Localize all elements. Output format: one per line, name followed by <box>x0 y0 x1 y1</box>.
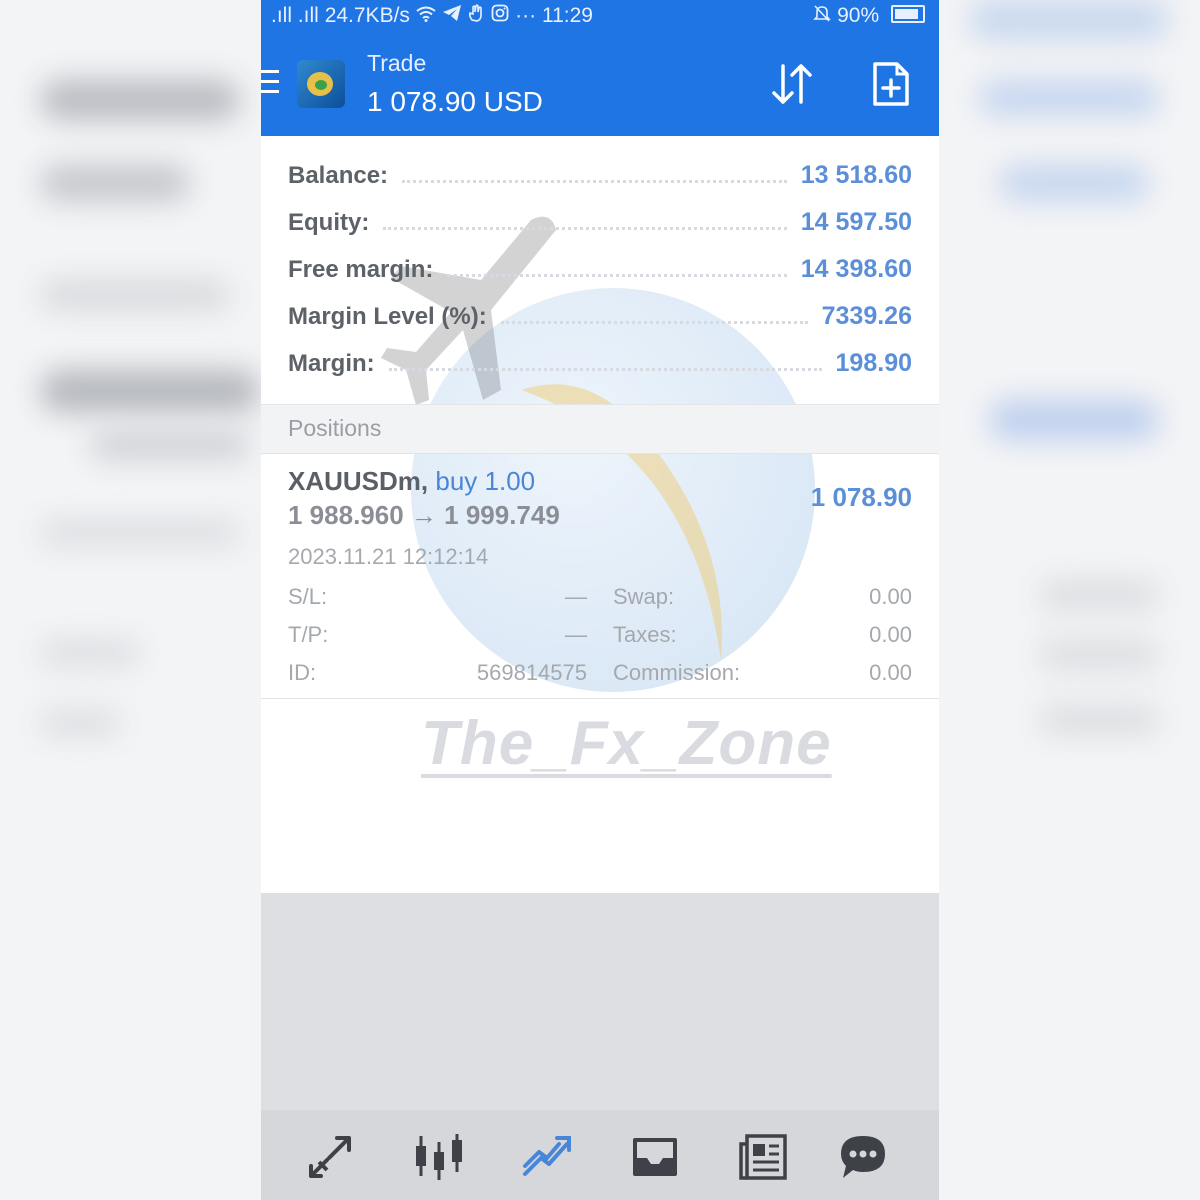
position-prices: 1 988.960 → 1 999.749 <box>288 500 560 531</box>
history-icon[interactable] <box>629 1132 681 1182</box>
equity-row: Equity: 14 597.50 <box>261 199 939 246</box>
tp-value: — <box>565 622 587 647</box>
status-bar: .ıll .ıll 24.7KB/s ··· 11:29 90% <box>261 0 939 32</box>
sl-value: — <box>565 584 587 609</box>
commission-value: 0.00 <box>869 660 912 685</box>
battery-level: 90% <box>837 4 880 27</box>
id-value: 569814575 <box>476 660 587 685</box>
watermark-text: The_Fx_Zone <box>421 709 832 778</box>
balance-label: Balance: <box>288 161 389 189</box>
sort-icon[interactable] <box>769 62 815 106</box>
blurred-background-right <box>939 0 1200 1200</box>
instagram-icon <box>491 4 515 27</box>
position-title: XAUUSDm, buy 1.00 <box>288 466 535 497</box>
new-order-icon[interactable] <box>871 60 911 108</box>
current-price: 1 999.749 <box>444 500 560 530</box>
phone-screen: .ıll .ıll 24.7KB/s ··· 11:29 90% Trade 1… <box>261 0 939 1200</box>
positions-header: Positions <box>261 404 939 454</box>
account-summary: Balance: 13 518.60 Equity: 14 597.50 Fre… <box>261 152 939 387</box>
free-margin-value: 14 398.60 <box>800 255 912 283</box>
swap-value: 0.00 <box>869 584 912 609</box>
equity-label: Equity: <box>288 208 370 236</box>
chat-icon[interactable] <box>837 1132 889 1182</box>
battery-icon <box>891 5 925 23</box>
quotes-icon[interactable] <box>305 1132 357 1182</box>
margin-level-row: Margin Level (%): 7339.26 <box>261 293 939 340</box>
app-bar: Trade 1 078.90 USD <box>261 32 939 136</box>
wifi-icon <box>416 4 442 27</box>
price-arrow-icon: → <box>410 500 437 530</box>
open-price: 1 988.960 <box>288 500 404 530</box>
commission-label: Commission: <box>613 660 741 685</box>
position-item[interactable]: XAUUSDm, buy 1.00 1 988.960 → 1 999.749 … <box>261 452 939 699</box>
position-profit: 1 078.90 <box>810 482 912 512</box>
bottom-navigation <box>261 1110 939 1200</box>
empty-area <box>261 893 939 1110</box>
signal-indicator: .ıll .ıll <box>271 4 319 27</box>
equity-value: 14 597.50 <box>800 208 912 236</box>
position-symbol: XAUUSDm, <box>288 466 429 496</box>
trade-icon[interactable] <box>521 1132 573 1182</box>
swap-label: Swap: <box>613 584 675 609</box>
blurred-background-left <box>0 0 261 1200</box>
hand-icon <box>467 4 491 27</box>
telegram-icon <box>442 4 468 27</box>
margin-value: 198.90 <box>835 349 912 377</box>
free-margin-row: Free margin: 14 398.60 <box>261 246 939 293</box>
margin-level-label: Margin Level (%): <box>288 302 487 330</box>
taxes-value: 0.00 <box>869 622 912 647</box>
menu-icon[interactable] <box>261 70 281 96</box>
tp-label: T/P: <box>288 622 329 647</box>
floating-profit: 1 078.90 USD <box>367 86 543 117</box>
screen-title: Trade <box>367 50 427 76</box>
margin-row: Margin: 198.90 <box>261 340 939 387</box>
mute-icon <box>813 4 837 27</box>
balance-row: Balance: 13 518.60 <box>261 152 939 199</box>
free-margin-label: Free margin: <box>288 255 434 283</box>
chart-icon[interactable] <box>413 1132 465 1182</box>
margin-level-value: 7339.26 <box>821 302 912 330</box>
metatrader-logo-icon <box>297 60 345 108</box>
id-label: ID: <box>288 660 317 685</box>
positions-header-label: Positions <box>288 415 382 441</box>
more-notifications: ··· <box>515 4 537 27</box>
taxes-label: Taxes: <box>613 622 677 647</box>
network-speed: 24.7KB/s <box>324 4 410 27</box>
margin-label: Margin: <box>288 349 375 377</box>
balance-value: 13 518.60 <box>800 161 912 189</box>
position-direction: buy 1.00 <box>435 466 536 496</box>
position-open-time: 2023.11.21 12:12:14 <box>288 544 489 569</box>
news-icon[interactable] <box>737 1132 789 1182</box>
clock: 11:29 <box>541 4 593 27</box>
sl-label: S/L: <box>288 584 328 609</box>
